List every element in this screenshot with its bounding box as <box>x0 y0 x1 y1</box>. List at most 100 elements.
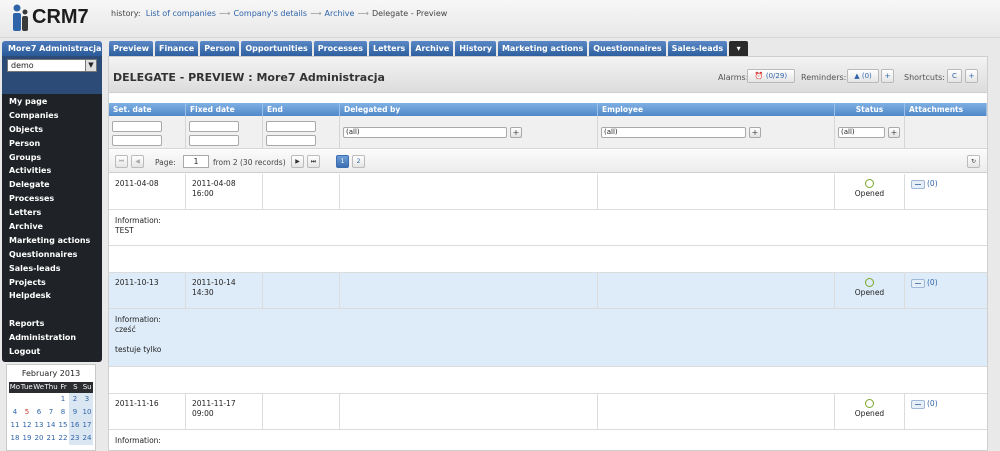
next-page-icon[interactable]: ▶ <box>291 155 304 168</box>
calendar-day[interactable]: 19 <box>21 432 33 445</box>
first-page-icon[interactable]: ⏮ <box>115 155 128 168</box>
filter-delegated-by-select[interactable]: (all) <box>343 127 507 138</box>
attachment-count[interactable]: (0) <box>927 399 938 408</box>
cell-attachments[interactable]: (0) <box>905 174 987 209</box>
calendar-day[interactable]: 16 <box>69 419 81 432</box>
column-end[interactable]: End <box>263 103 340 116</box>
calendar-day[interactable]: 23 <box>69 432 81 445</box>
attachment-icon[interactable] <box>911 179 925 189</box>
calendar-day[interactable]: 7 <box>45 406 57 419</box>
company-select[interactable]: demo ▼ <box>7 59 97 72</box>
sidebar-item-my-page[interactable]: My page <box>2 95 102 109</box>
column-delegated-by[interactable]: Delegated by <box>340 103 598 116</box>
page-number-1[interactable]: 1 <box>336 155 349 168</box>
calendar-day[interactable]: 14 <box>45 419 57 432</box>
calendar-day[interactable]: 12 <box>21 419 33 432</box>
calendar-day[interactable]: 9 <box>69 406 81 419</box>
calendar-month-title[interactable]: February 2013 <box>7 365 95 382</box>
plus-icon[interactable]: + <box>510 127 522 138</box>
sidebar-item-administration[interactable]: Administration <box>2 331 102 345</box>
attachment-icon[interactable] <box>911 278 925 288</box>
table-row[interactable]: 2011-04-08 2011-04-08 16:00 Opened (0) In… <box>109 174 987 273</box>
attachment-count[interactable]: (0) <box>927 278 938 287</box>
cell-attachments[interactable]: (0) <box>905 394 987 429</box>
column-employee[interactable]: Employee <box>598 103 835 116</box>
sidebar-item-activities[interactable]: Activities <box>2 164 102 178</box>
tab-sales-leads[interactable]: Sales-leads <box>667 41 728 56</box>
column-status[interactable]: Status <box>835 103 905 116</box>
last-page-icon[interactable]: ⏭ <box>307 155 320 168</box>
calendar-day[interactable]: 18 <box>9 432 21 445</box>
page-input[interactable]: 1 <box>183 155 209 168</box>
calendar-day[interactable]: 8 <box>57 406 69 419</box>
chevron-down-icon[interactable]: ▼ <box>85 60 96 71</box>
refresh-icon[interactable]: ↻ <box>967 155 980 168</box>
filter-status-select[interactable]: (all) <box>838 127 885 138</box>
sidebar-item-sales-leads[interactable]: Sales-leads <box>2 262 102 276</box>
reminders-button[interactable]: ▲ (0) <box>847 69 879 83</box>
add-reminder-button[interactable]: + <box>881 69 894 83</box>
column-set-date[interactable]: Set. date <box>109 103 186 116</box>
tab-preview[interactable]: Preview <box>109 41 154 56</box>
attachment-icon[interactable] <box>911 399 925 409</box>
calendar-day[interactable]: 3 <box>81 393 93 406</box>
filter-employee-select[interactable]: (all) <box>601 127 746 138</box>
sidebar-item-projects[interactable]: Projects <box>2 276 102 290</box>
sidebar-item-groups[interactable]: Groups <box>2 151 102 165</box>
sidebar-item-companies[interactable]: Companies <box>2 109 102 123</box>
filter-end-from[interactable] <box>266 121 316 132</box>
sidebar-item-delegate[interactable]: Delegate <box>2 178 102 192</box>
tab-questionnaires[interactable]: Questionnaires <box>589 41 666 56</box>
attachment-count[interactable]: (0) <box>927 179 938 188</box>
tab-processes[interactable]: Processes <box>313 41 367 56</box>
prev-page-icon[interactable]: ◀ <box>131 155 144 168</box>
calendar-day[interactable]: 15 <box>57 419 69 432</box>
calendar-day[interactable]: 11 <box>9 419 21 432</box>
filter-fixed-date-to[interactable] <box>189 135 239 146</box>
calendar-day[interactable]: 17 <box>81 419 93 432</box>
filter-fixed-date-from[interactable] <box>189 121 239 132</box>
current-user[interactable]: More7 Administracja <box>2 41 102 56</box>
column-fixed-date[interactable]: Fixed date <box>186 103 263 116</box>
sidebar-item-processes[interactable]: Processes <box>2 192 102 206</box>
calendar-day[interactable]: 24 <box>81 432 93 445</box>
column-attachments[interactable]: Attachments <box>905 103 987 116</box>
tab-finance[interactable]: Finance <box>155 41 199 56</box>
tab-opportunities[interactable]: Opportunities <box>241 41 312 56</box>
cell-attachments[interactable]: (0) <box>905 273 987 308</box>
calendar-day[interactable]: 6 <box>33 406 45 419</box>
sidebar-item-reports[interactable]: Reports <box>2 317 102 331</box>
sidebar-item-helpdesk[interactable]: Helpdesk <box>2 289 102 303</box>
app-logo[interactable]: CRM7 <box>10 3 100 33</box>
sidebar-item-person[interactable]: Person <box>2 137 102 151</box>
tab-marketing-actions[interactable]: Marketing actions <box>497 41 588 56</box>
filter-end-to[interactable] <box>266 135 316 146</box>
tab-archive[interactable]: Archive <box>411 41 454 56</box>
sidebar-item-objects[interactable]: Objects <box>2 123 102 137</box>
sidebar-item-logout[interactable]: Logout <box>2 345 102 359</box>
plus-icon[interactable]: + <box>749 127 761 138</box>
plus-icon[interactable]: + <box>888 127 900 138</box>
calendar-day[interactable]: 22 <box>57 432 69 445</box>
calendar-day[interactable]: 4 <box>9 406 21 419</box>
sidebar-item-marketing-actions[interactable]: Marketing actions <box>2 234 102 248</box>
filter-set-date-to[interactable] <box>112 135 162 146</box>
tab-history[interactable]: History <box>455 41 496 56</box>
tab-more-chevron-down-icon[interactable]: ▾ <box>729 41 749 56</box>
sidebar-item-questionnaires[interactable]: Questionnaires <box>2 248 102 262</box>
calendar-day[interactable]: 2 <box>69 393 81 406</box>
table-row[interactable]: 2011-10-13 2011-10-14 14:30 Opened (0) In… <box>109 273 987 394</box>
calendar-day[interactable]: 20 <box>33 432 45 445</box>
breadcrumb-archive[interactable]: Archive <box>325 9 355 18</box>
table-row[interactable]: 2011-11-16 2011-11-17 09:00 Opened (0) In… <box>109 394 987 451</box>
add-shortcut-button[interactable]: + <box>965 69 978 83</box>
shortcuts-refresh-button[interactable]: C <box>947 69 962 83</box>
calendar-day[interactable]: 1 <box>57 393 69 406</box>
calendar-day[interactable]: 5 <box>21 406 33 419</box>
page-number-2[interactable]: 2 <box>352 155 365 168</box>
calendar-day[interactable]: 13 <box>33 419 45 432</box>
alarms-button[interactable]: ⏰ (0/29) <box>747 69 795 83</box>
filter-set-date-from[interactable] <box>112 121 162 132</box>
calendar-day[interactable]: 10 <box>81 406 93 419</box>
sidebar-item-archive[interactable]: Archive <box>2 220 102 234</box>
